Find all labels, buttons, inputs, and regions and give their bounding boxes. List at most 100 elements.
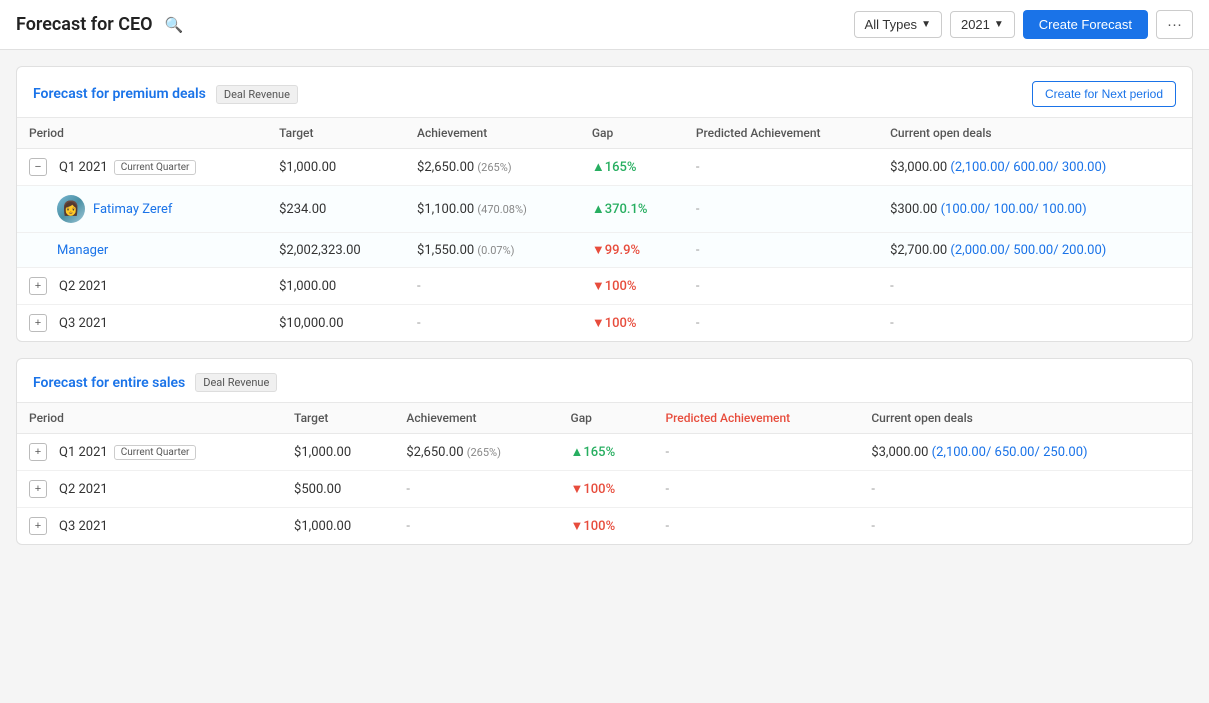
premium-table: Period Target Achievement Gap Predicted …	[17, 117, 1192, 341]
period-cell: − Q1 2021 Current Quarter	[17, 149, 267, 186]
achievement-cell: $2,650.00 (265%)	[394, 434, 558, 471]
search-icon-button[interactable]: 🔍	[161, 14, 188, 36]
predicted-cell: -	[684, 149, 878, 186]
target-cell: $1,000.00	[282, 508, 394, 545]
forecast-card-premium: Forecast for premium deals Deal Revenue …	[16, 66, 1193, 342]
expand-row-button[interactable]: +	[29, 314, 47, 332]
period-label: Q1 2021	[59, 445, 108, 460]
achievement-cell: -	[405, 268, 580, 305]
col-open-deals: Current open deals	[859, 403, 1192, 434]
gap-cell: ▼100%	[580, 268, 684, 305]
achievement-cell: $2,650.00 (265%)	[405, 149, 580, 186]
open-deals-cell: $3,000.00 (2,100.00/ 650.00/ 250.00)	[859, 434, 1192, 471]
table-row: + Q2 2021 $1,000.00 - ▼100% - -	[17, 268, 1192, 305]
chevron-down-icon: ▼	[921, 19, 931, 30]
table-header-row: Period Target Achievement Gap Predicted …	[17, 118, 1192, 149]
year-filter-label: 2021	[961, 17, 990, 32]
achievement-cell: -	[394, 508, 558, 545]
open-deals-cell: -	[878, 305, 1192, 342]
predicted-cell: -	[654, 471, 860, 508]
header-right: All Types ▼ 2021 ▼ Create Forecast ···	[854, 10, 1193, 39]
period-cell: + Q3 2021	[17, 305, 267, 342]
card-title-premium: Forecast for premium deals	[33, 86, 206, 102]
open-deals-cell: -	[859, 508, 1192, 545]
period-label: Q3 2021	[59, 519, 108, 534]
avatar-image: 👩	[57, 195, 85, 223]
col-gap: Gap	[559, 403, 654, 434]
expand-row-button[interactable]: +	[29, 480, 47, 498]
col-achievement: Achievement	[405, 118, 580, 149]
table-row: + Q3 2021 $1,000.00 - ▼100% - -	[17, 508, 1192, 545]
open-deals-cell: $3,000.00 (2,100.00/ 600.00/ 300.00)	[878, 149, 1192, 186]
target-cell: $1,000.00	[282, 434, 394, 471]
gap-cell: ▼99.9%	[580, 233, 684, 268]
target-cell: $2,002,323.00	[267, 233, 405, 268]
predicted-cell: -	[654, 434, 860, 471]
col-gap: Gap	[580, 118, 684, 149]
current-quarter-badge: Current Quarter	[114, 160, 197, 175]
col-target: Target	[267, 118, 405, 149]
person-name-link[interactable]: Fatimay Zeref	[93, 202, 172, 217]
gap-cell: ▼100%	[559, 471, 654, 508]
gap-cell: ▲370.1%	[580, 186, 684, 233]
predicted-cell: -	[684, 305, 878, 342]
gap-cell: ▼100%	[580, 305, 684, 342]
header-left: Forecast for CEO 🔍	[16, 14, 187, 36]
period-cell: Manager	[17, 233, 267, 268]
col-predicted: Predicted Achievement	[654, 403, 860, 434]
predicted-cell: -	[684, 268, 878, 305]
avatar: 👩	[57, 195, 85, 223]
create-for-next-period-button[interactable]: Create for Next period	[1032, 81, 1176, 107]
target-cell: $500.00	[282, 471, 394, 508]
col-open-deals: Current open deals	[878, 118, 1192, 149]
expand-row-button[interactable]: +	[29, 443, 47, 461]
col-predicted: Predicted Achievement	[684, 118, 878, 149]
open-deals-cell: $2,700.00 (2,000.00/ 500.00/ 200.00)	[878, 233, 1192, 268]
achievement-cell: $1,100.00 (470.08%)	[405, 186, 580, 233]
target-cell: $234.00	[267, 186, 405, 233]
col-achievement: Achievement	[394, 403, 558, 434]
deal-revenue-badge-entire: Deal Revenue	[195, 373, 277, 392]
table-row: − Q1 2021 Current Quarter $1,000.00 $2,6…	[17, 149, 1192, 186]
type-filter-dropdown[interactable]: All Types ▼	[854, 11, 942, 38]
expand-row-button[interactable]: +	[29, 277, 47, 295]
collapse-row-button[interactable]: −	[29, 158, 47, 176]
table-header-row: Period Target Achievement Gap Predicted …	[17, 403, 1192, 434]
table-row: + Q2 2021 $500.00 - ▼100% - -	[17, 471, 1192, 508]
period-label: Q1 2021	[59, 160, 108, 175]
card-title-area-entire: Forecast for entire sales Deal Revenue	[33, 373, 277, 392]
person-name-link[interactable]: Manager	[57, 243, 108, 258]
open-deals-cell: -	[859, 471, 1192, 508]
deal-revenue-badge: Deal Revenue	[216, 85, 298, 104]
chevron-down-icon: ▼	[994, 19, 1004, 30]
predicted-cell: -	[654, 508, 860, 545]
card-header-entire: Forecast for entire sales Deal Revenue	[17, 359, 1192, 402]
create-forecast-button[interactable]: Create Forecast	[1023, 10, 1148, 39]
expand-row-button[interactable]: +	[29, 517, 47, 535]
period-cell: + Q1 2021 Current Quarter	[17, 434, 282, 471]
forecast-card-entire-sales: Forecast for entire sales Deal Revenue P…	[16, 358, 1193, 545]
period-label: Q2 2021	[59, 482, 108, 497]
page-title: Forecast for CEO	[16, 14, 153, 35]
period-label: Q3 2021	[59, 316, 108, 331]
more-options-button[interactable]: ···	[1156, 10, 1193, 39]
period-cell: + Q2 2021	[17, 471, 282, 508]
table-row: + Q3 2021 $10,000.00 - ▼100% - -	[17, 305, 1192, 342]
col-period: Period	[17, 403, 282, 434]
achievement-cell: -	[405, 305, 580, 342]
table-row: 👩 Fatimay Zeref $234.00 $1,100.00 (470.0…	[17, 186, 1192, 233]
table-row: Manager $2,002,323.00 $1,550.00 (0.07%) …	[17, 233, 1192, 268]
col-period: Period	[17, 118, 267, 149]
period-cell: + Q2 2021	[17, 268, 267, 305]
main-content: Forecast for premium deals Deal Revenue …	[0, 50, 1209, 561]
entire-sales-table: Period Target Achievement Gap Predicted …	[17, 402, 1192, 544]
gap-cell: ▲165%	[580, 149, 684, 186]
open-deals-cell: -	[878, 268, 1192, 305]
current-quarter-badge: Current Quarter	[114, 445, 197, 460]
achievement-cell: -	[394, 471, 558, 508]
period-label: Q2 2021	[59, 279, 108, 294]
target-cell: $1,000.00	[267, 149, 405, 186]
col-target: Target	[282, 403, 394, 434]
year-filter-dropdown[interactable]: 2021 ▼	[950, 11, 1015, 38]
card-title-area: Forecast for premium deals Deal Revenue	[33, 85, 298, 104]
